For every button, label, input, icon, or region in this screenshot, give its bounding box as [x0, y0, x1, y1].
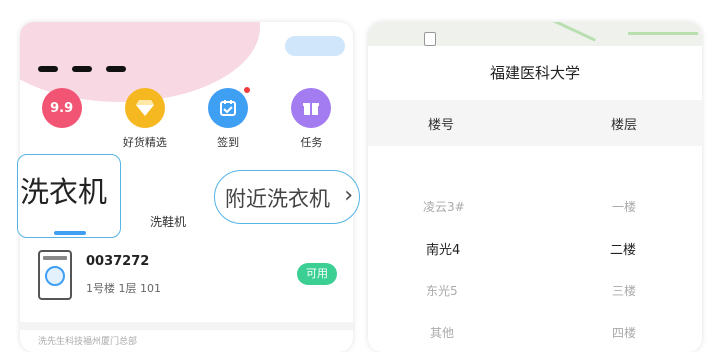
building-option[interactable]: 凌云3# — [423, 198, 465, 215]
dot — [72, 66, 92, 72]
active-tab-indicator — [54, 231, 86, 235]
picker-title: 福建医科大学 — [489, 64, 580, 82]
building-option[interactable]: 其他 — [430, 324, 454, 341]
header-pill[interactable] — [285, 36, 345, 56]
nearby-washers-button[interactable]: 附近洗衣机 › — [214, 170, 360, 224]
gem-icon — [124, 88, 165, 128]
status-badge: 可用 — [297, 263, 337, 285]
floor-option[interactable]: 四楼 — [612, 324, 636, 341]
machine-location: 1号楼 1层 101 — [86, 282, 161, 295]
chevron-right-icon: › — [344, 183, 353, 208]
floor-option-selected[interactable]: 二楼 — [610, 239, 636, 258]
floor-option[interactable]: 三楼 — [612, 282, 636, 299]
column-header-bar — [368, 100, 702, 146]
quick-action-tasks[interactable]: 任务 — [275, 88, 347, 150]
floor-option[interactable]: 一楼 — [612, 198, 636, 215]
dot — [106, 66, 126, 72]
tab-shoe-washer[interactable]: 洗鞋机 — [150, 213, 186, 230]
calendar-check-icon — [208, 87, 251, 128]
quick-action-selected-goods[interactable]: 好货精选 — [109, 88, 181, 150]
tab-washing-machine[interactable]: 洗衣机 — [17, 154, 121, 238]
picker-sheet: 福建医科大学 楼号 楼层 凌云3# 南光4 东光5 其他 一楼 二楼 三楼 四楼 — [368, 46, 702, 352]
machine-id: 0037272 — [86, 254, 150, 269]
column-building: 楼号 — [428, 118, 455, 133]
building-picker-screen: 福建医科大学 楼号 楼层 凌云3# 南光4 东光5 其他 一楼 二楼 三楼 四楼 — [368, 22, 702, 352]
dot — [38, 66, 58, 72]
machine-list-item[interactable]: 0037272 1号楼 1层 101 可用 — [38, 250, 343, 306]
quick-actions: 9.9 好货精选 签到 任务 — [20, 87, 353, 150]
quick-action-label: 任务 — [300, 136, 323, 149]
gift-icon — [291, 88, 332, 128]
9-9-icon: 9.9 — [41, 88, 82, 128]
quick-action-label: 好货精选 — [122, 136, 167, 149]
washing-machine-icon — [38, 250, 72, 300]
divider — [20, 322, 353, 330]
building-option-selected[interactable]: 南光4 — [426, 239, 460, 258]
map-road — [540, 22, 596, 42]
quick-action-9-9[interactable]: 9.9 — [26, 88, 98, 150]
notification-dot — [244, 87, 251, 93]
map-marker-icon — [424, 32, 436, 46]
quick-action-label: 签到 — [217, 136, 240, 149]
column-floor: 楼层 — [611, 118, 638, 133]
nearby-washers-label: 附近洗衣机 — [225, 187, 330, 211]
map-road — [628, 32, 698, 35]
building-option[interactable]: 东光5 — [426, 282, 458, 299]
tab-washing-machine-label: 洗衣机 — [20, 175, 108, 209]
washer-drum — [45, 266, 65, 286]
map-background[interactable] — [368, 22, 702, 46]
quick-action-check-in[interactable]: 签到 — [192, 87, 264, 150]
washer-panel — [43, 256, 67, 260]
header-dots — [38, 66, 126, 72]
